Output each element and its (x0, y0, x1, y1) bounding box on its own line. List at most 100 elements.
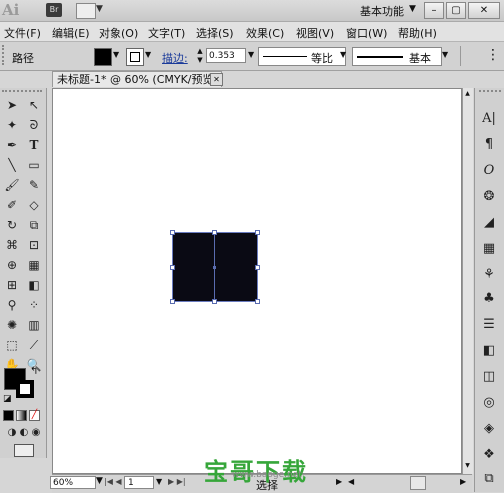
scroll-left-icon[interactable]: ◀ (348, 477, 354, 486)
bounding-handle[interactable] (212, 299, 217, 304)
bridge-button[interactable]: Br (46, 3, 62, 17)
chevron-down-icon[interactable]: ▼ (248, 50, 254, 59)
close-icon[interactable]: ✕ (210, 73, 223, 86)
document-tab[interactable]: 未标题-1* @ 60% (CMYK/预览) (52, 71, 222, 87)
scroll-down-icon[interactable]: ▼ (464, 462, 471, 470)
chevron-down-icon[interactable]: ▼ (113, 50, 119, 59)
menu-view[interactable]: 视图(V) (296, 25, 334, 41)
scale-tool-icon[interactable]: ⧉ (24, 216, 44, 234)
swatches-panel-icon[interactable]: ▦ (479, 240, 499, 258)
color-guide-icon[interactable]: ◢ (479, 214, 499, 232)
menu-effect[interactable]: 效果(C) (246, 25, 284, 41)
chevron-down-icon[interactable]: ▼ (409, 4, 416, 14)
opentype-panel-icon[interactable]: O (479, 162, 499, 180)
graphic-styles-icon[interactable]: ◈ (479, 420, 499, 438)
bounding-handle[interactable] (255, 230, 260, 235)
menu-edit[interactable]: 编辑(E) (52, 25, 90, 41)
panel-grip[interactable] (479, 90, 501, 96)
scroll-right-icon[interactable]: ▶ (460, 477, 466, 486)
chevron-down-icon[interactable]: ▼ (96, 476, 103, 486)
gradient-mode-icon[interactable] (16, 410, 27, 421)
fill-swatch[interactable] (94, 48, 112, 66)
chevron-down-icon[interactable]: ▼ (340, 50, 346, 59)
stroke-stepper[interactable]: ▲ ▼ (196, 47, 204, 65)
layers-panel-icon[interactable]: ❖ (479, 446, 499, 464)
blob-brush-icon[interactable]: ✐ (2, 196, 22, 214)
blend-tool-icon[interactable]: ⁘ (24, 296, 44, 314)
type-tool-icon[interactable]: T (24, 136, 44, 154)
menu-help[interactable]: 帮助(H) (398, 25, 437, 41)
free-transform-icon[interactable]: ⊡ (24, 236, 44, 254)
magic-wand-icon[interactable]: ✦ (2, 116, 22, 134)
horizontal-scroll-thumb[interactable] (410, 476, 426, 490)
bounding-handle[interactable] (255, 265, 260, 270)
direct-selection-icon[interactable]: ↖ (24, 96, 44, 114)
brushes-panel-icon[interactable]: ⚘ (479, 266, 499, 284)
screen-mode-icon[interactable] (14, 444, 34, 457)
menu-object[interactable]: 对象(O) (99, 25, 138, 41)
transparency-panel-icon[interactable]: ◫ (479, 368, 499, 386)
pen-tool-icon[interactable]: ✒ (2, 136, 22, 154)
scroll-up-icon[interactable]: ▲ (464, 90, 471, 98)
chevron-down-icon[interactable]: ▼ (145, 50, 151, 59)
shape-builder-icon[interactable]: ⊕ (2, 256, 22, 274)
artboards-panel-icon[interactable]: ⧉ (479, 470, 499, 488)
gradient-tool-icon[interactable]: ◧ (24, 276, 44, 294)
none-mode-icon[interactable]: ╱ (29, 410, 40, 421)
artboard-tool-icon[interactable]: ⬚ (2, 336, 22, 354)
bounding-handle[interactable] (255, 299, 260, 304)
panel-grip[interactable] (2, 45, 7, 65)
vertical-scrollbar[interactable]: ▲ ▼ (462, 88, 473, 474)
chevron-down-icon[interactable]: ▼ (156, 477, 162, 486)
variable-width-profile[interactable]: 等比 (258, 47, 346, 66)
line-tool-icon[interactable]: ╲ (2, 156, 22, 174)
status-menu-icon[interactable]: ▶ (336, 477, 342, 486)
symbol-sprayer-icon[interactable]: ✺ (2, 316, 22, 334)
symbols-panel-icon[interactable]: ♣ (479, 290, 499, 308)
perspective-grid-icon[interactable]: ▦ (24, 256, 44, 274)
pencil-icon[interactable]: ✎ (24, 176, 44, 194)
stroke-color-box[interactable] (16, 380, 34, 398)
brush-definition[interactable]: 基本 (352, 47, 442, 66)
paragraph-panel-icon[interactable]: ¶ (479, 136, 499, 154)
bounding-handle[interactable] (170, 230, 175, 235)
panel-menu-icon[interactable]: ⋮ (486, 47, 500, 63)
menu-window[interactable]: 窗口(W) (346, 25, 387, 41)
bounding-handle[interactable] (170, 265, 175, 270)
character-panel-icon[interactable]: A| (479, 110, 499, 128)
stroke-panel-icon[interactable]: ☰ (479, 316, 499, 334)
selection-tool-icon[interactable]: ➤ (2, 96, 22, 114)
eraser-icon[interactable]: ◇ (24, 196, 44, 214)
slice-tool-icon[interactable]: ⟋ (24, 336, 44, 354)
menu-type[interactable]: 文字(T) (148, 25, 185, 41)
close-button[interactable]: ✕ (468, 2, 500, 19)
stroke-swatch[interactable] (126, 48, 144, 66)
mesh-tool-icon[interactable]: ⊞ (2, 276, 22, 294)
color-mode-icon[interactable] (3, 410, 14, 421)
stroke-weight-input[interactable]: 0.353 (206, 48, 246, 63)
minimize-button[interactable]: – (424, 2, 444, 19)
menu-select[interactable]: 选择(S) (196, 25, 234, 41)
artboard-number-input[interactable]: 1 (124, 476, 154, 489)
first-artboard-icon[interactable]: |◀ ◀ (104, 477, 122, 486)
eyedropper-icon[interactable]: ⚲ (2, 296, 22, 314)
swap-colors-icon[interactable]: ↰ (30, 366, 38, 377)
bounding-handle[interactable] (212, 230, 217, 235)
chevron-down-icon[interactable]: ▼ (442, 50, 448, 59)
default-colors-icon[interactable]: ◪ (3, 394, 12, 404)
column-graph-icon[interactable]: ▥ (24, 316, 44, 334)
bounding-handle[interactable] (170, 299, 175, 304)
draw-inside-icon[interactable]: ◉ (26, 424, 46, 442)
rectangle-tool-icon[interactable]: ▭ (24, 156, 44, 174)
maximize-button[interactable]: ▢ (446, 2, 466, 19)
color-panel-icon[interactable]: ❂ (479, 188, 499, 206)
lasso-icon[interactable]: ᘐ (24, 116, 44, 134)
stroke-label[interactable]: 描边: (162, 50, 188, 66)
last-artboard-icon[interactable]: ▶ ▶| (168, 477, 186, 486)
gradient-panel-icon[interactable]: ◧ (479, 342, 499, 360)
chevron-down-icon[interactable]: ▼ (96, 4, 103, 14)
menu-file[interactable]: 文件(F) (4, 25, 41, 41)
appearance-panel-icon[interactable]: ◎ (479, 394, 499, 412)
rotate-tool-icon[interactable]: ↻ (2, 216, 22, 234)
zoom-input[interactable]: 60% (50, 476, 96, 489)
